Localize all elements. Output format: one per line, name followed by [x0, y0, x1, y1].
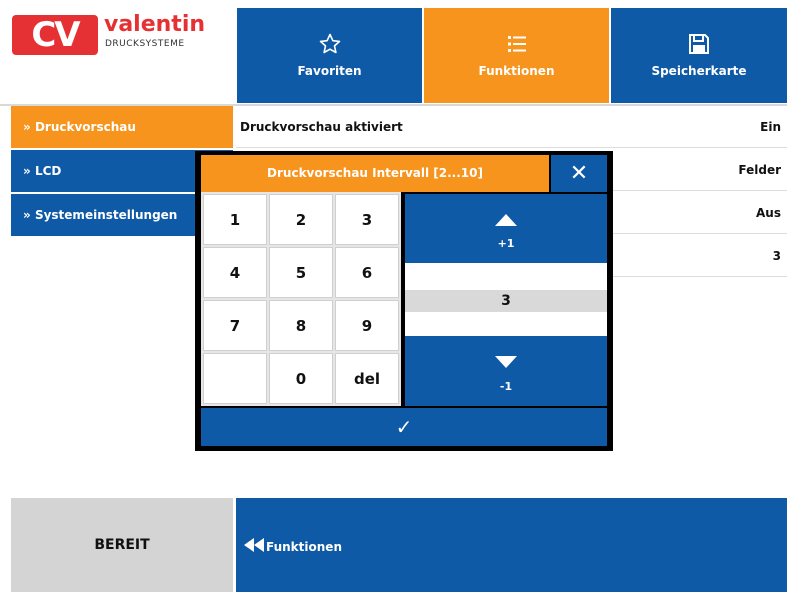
confirm-button[interactable]: ✓ — [201, 408, 607, 446]
close-button[interactable]: ✕ — [551, 155, 607, 192]
key-6[interactable]: 6 — [335, 247, 399, 298]
sidebar-item-druckvorschau[interactable]: » Druckvorschau — [11, 106, 233, 148]
number-keypad: 1 2 3 4 5 6 7 8 9 0 del — [201, 192, 401, 406]
double-chevron-right-icon: » — [23, 208, 31, 222]
tab-speicherkarte[interactable]: Speicherkarte — [611, 8, 787, 103]
key-5[interactable]: 5 — [269, 247, 333, 298]
sidebar-item-label: Systemeinstellungen — [34, 208, 178, 222]
logo-mark: CV — [12, 15, 98, 55]
tab-favoriten[interactable]: Favoriten — [237, 8, 422, 103]
increment-label: +1 — [497, 237, 515, 250]
list-icon — [424, 32, 609, 56]
triangle-up-icon — [405, 214, 607, 226]
double-chevron-right-icon: » — [23, 120, 31, 134]
setting-row[interactable]: Druckvorschau aktiviert Ein — [236, 106, 787, 148]
close-icon: ✕ — [569, 161, 589, 186]
key-8[interactable]: 8 — [269, 300, 333, 351]
key-delete[interactable]: del — [335, 353, 399, 404]
logo-mark-text: CV — [31, 15, 80, 55]
increment-button[interactable]: +1 — [405, 194, 607, 263]
checkmark-icon: ✓ — [395, 415, 413, 439]
setting-value: 3 — [772, 249, 781, 263]
key-2[interactable]: 2 — [269, 194, 333, 245]
tab-funktionen[interactable]: Funktionen — [424, 8, 609, 103]
decrement-label: -1 — [499, 380, 513, 393]
key-0[interactable]: 0 — [269, 353, 333, 404]
current-value: 3 — [405, 290, 607, 312]
footer-bar: Funktionen — [236, 498, 787, 592]
sidebar-item-label: Druckvorschau — [34, 120, 136, 134]
key-7[interactable]: 7 — [203, 300, 267, 351]
tab-favoriten-label: Favoriten — [297, 64, 362, 78]
tab-speicherkarte-label: Speicherkarte — [651, 64, 747, 78]
double-chevron-left-icon — [244, 538, 264, 555]
key-3[interactable]: 3 — [335, 194, 399, 245]
key-4[interactable]: 4 — [203, 247, 267, 298]
double-chevron-right-icon: » — [23, 164, 31, 178]
printer-status: BEREIT — [11, 498, 233, 592]
setting-value: Ein — [760, 120, 781, 134]
setting-value: Felder — [738, 163, 781, 177]
key-empty — [203, 353, 267, 404]
triangle-down-icon — [405, 356, 607, 368]
star-icon — [237, 32, 422, 56]
sidebar-item-label: LCD — [34, 164, 62, 178]
dialog-title: Druckvorschau Intervall [2...10] — [201, 155, 549, 192]
floppy-icon — [611, 32, 787, 56]
logo-subtitle: DRUCKSYSTEME — [105, 39, 185, 49]
key-1[interactable]: 1 — [203, 194, 267, 245]
logo-name: valentin — [104, 12, 206, 37]
back-button-label: Funktionen — [266, 539, 342, 554]
decrement-button[interactable]: -1 — [405, 336, 607, 406]
setting-name: Druckvorschau aktiviert — [240, 120, 403, 134]
logo: CV valentin DRUCKSYSTEME — [6, 6, 230, 100]
tab-funktionen-label: Funktionen — [478, 64, 555, 78]
setting-value: Aus — [756, 206, 781, 220]
key-9[interactable]: 9 — [335, 300, 399, 351]
back-button[interactable]: Funktionen — [244, 538, 342, 555]
